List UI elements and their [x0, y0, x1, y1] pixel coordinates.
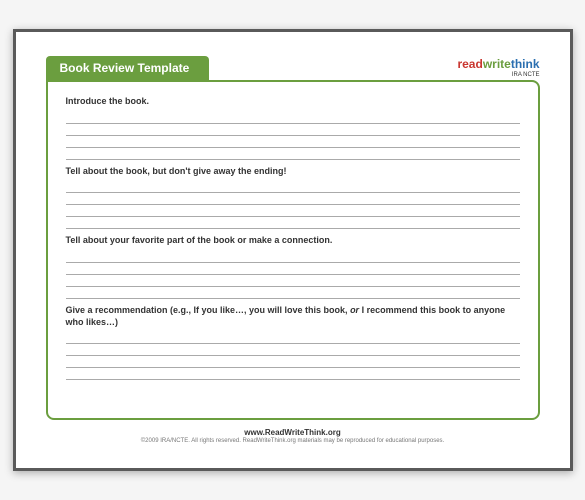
brand-logo: readwritethink IRA NCTE — [457, 58, 539, 78]
lines-tell-about[interactable] — [66, 181, 520, 229]
prompt-recommend-italic: or — [350, 305, 359, 315]
footer: www.ReadWriteThink.org ©2009 IRA/NCTE. A… — [46, 428, 540, 444]
prompt-tell-about: Tell about the book, but don't give away… — [66, 166, 520, 178]
logo-write: write — [483, 57, 511, 71]
lines-introduce[interactable] — [66, 112, 520, 160]
prompt-recommend: Give a recommendation (e.g., If you like… — [66, 305, 520, 328]
page: Book Review Template readwritethink IRA … — [16, 32, 570, 468]
document-frame: Book Review Template readwritethink IRA … — [13, 29, 573, 471]
section-introduce: Introduce the book. — [66, 96, 520, 160]
footer-copyright: ©2009 IRA/NCTE. All rights reserved. Rea… — [46, 438, 540, 444]
page-title: Book Review Template — [60, 61, 190, 75]
section-recommend: Give a recommendation (e.g., If you like… — [66, 305, 520, 380]
section-tell-about: Tell about the book, but don't give away… — [66, 166, 520, 230]
logo-subtext: IRA NCTE — [457, 72, 539, 78]
logo-think: think — [511, 57, 540, 71]
footer-url: www.ReadWriteThink.org — [46, 428, 540, 437]
prompt-recommend-pre: Give a recommendation (e.g., If you like… — [66, 305, 351, 315]
content-box: Introduce the book. Tell about the book,… — [46, 80, 540, 420]
header-row: Book Review Template readwritethink IRA … — [46, 56, 540, 80]
prompt-introduce: Introduce the book. — [66, 96, 520, 108]
prompt-favorite: Tell about your favorite part of the boo… — [66, 235, 520, 247]
logo-read: read — [457, 57, 482, 71]
lines-favorite[interactable] — [66, 251, 520, 299]
page-title-tab: Book Review Template — [46, 56, 210, 80]
section-favorite: Tell about your favorite part of the boo… — [66, 235, 520, 299]
lines-recommend[interactable] — [66, 332, 520, 380]
